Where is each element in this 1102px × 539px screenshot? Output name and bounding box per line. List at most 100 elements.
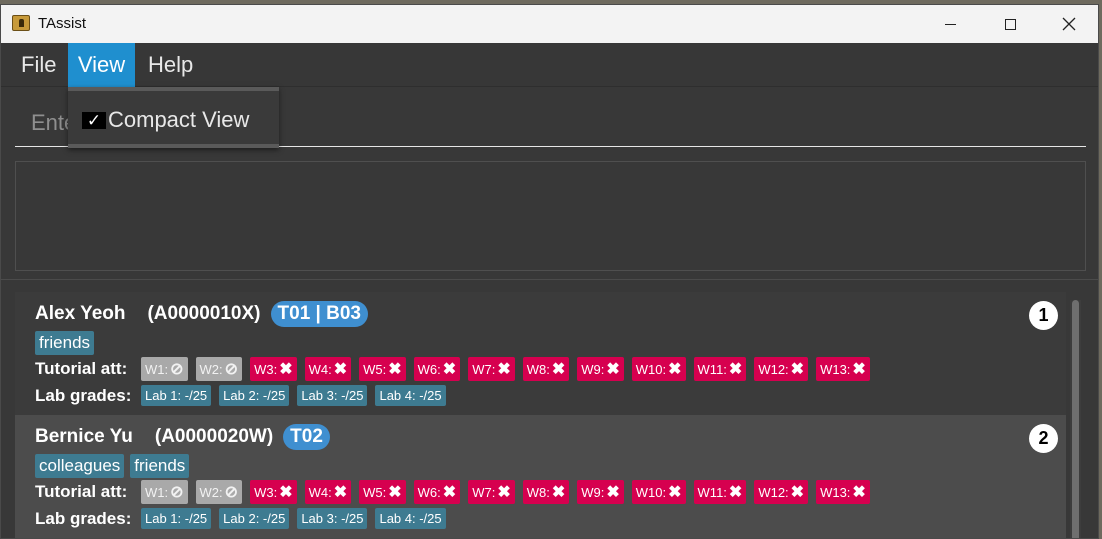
week-label: W11: <box>697 484 727 500</box>
cross-icon: ✖ <box>279 484 293 501</box>
cross-icon: ✖ <box>442 484 457 501</box>
attendance-chip: W7: ✖ <box>468 357 515 381</box>
cross-icon: ✖ <box>388 484 402 501</box>
menu-file[interactable]: File <box>11 43 66 87</box>
cross-icon: ✖ <box>442 361 457 378</box>
attendance-chip: W2: ⊘ <box>195 480 243 504</box>
attendance-chip: W10: ✖ <box>631 480 686 504</box>
week-label: W12: <box>758 484 789 500</box>
index-badge: 1 <box>1029 301 1058 330</box>
tag: friends <box>35 331 95 355</box>
week-label: W10: <box>635 484 667 500</box>
view-dropdown-menu: ✓ Compact View <box>68 87 279 148</box>
tutorial-label: Tutorial att: <box>35 482 128 501</box>
person-name: Alex Yeoh <box>35 303 126 324</box>
lab-grade-chip: Lab 2: -/25 <box>219 508 290 529</box>
cross-icon: ✖ <box>668 361 682 378</box>
scrollbar-thumb[interactable] <box>1072 300 1079 538</box>
tags-row: colleagues friends <box>35 454 190 478</box>
lab-label: Lab grades: <box>35 508 132 528</box>
attendance-chip: W3: ✖ <box>250 357 297 381</box>
week-label: W2: <box>199 484 223 500</box>
tags-row: friends <box>35 331 95 355</box>
lab-grades-row: Lab grades: Lab 1: -/25 Lab 2: -/25 Lab 3: … <box>35 508 454 529</box>
week-label: W13: <box>820 361 851 377</box>
week-label: W6: <box>417 361 441 377</box>
week-label: W8: <box>526 484 550 500</box>
cross-icon: ✖ <box>551 484 566 501</box>
close-button[interactable] <box>1040 5 1098 43</box>
week-label: W4: <box>308 484 332 500</box>
cross-icon: ✖ <box>852 484 866 501</box>
tag: colleagues <box>35 454 125 478</box>
week-label: W3: <box>254 361 278 377</box>
attendance-chip: W7: ✖ <box>468 480 515 504</box>
window-title: TAssist <box>38 15 87 32</box>
group-badge: T01 | B03 <box>270 301 368 327</box>
index-badge: 2 <box>1029 424 1058 453</box>
lab-grade-chip: Lab 1: -/25 <box>141 385 212 406</box>
attendance-chip: W1: ⊘ <box>141 480 188 504</box>
person-list[interactable]: Alex Yeoh (A0000010X) T01 | B03 1 friends Tut… <box>1 279 1098 538</box>
attendance-row: Tutorial att: W1: ⊘ W2: ⊘ W3: ✖ W4: ✖ W5: ✖ W6: ✖ W7:… <box>35 480 878 504</box>
lab-grade-chip: Lab 4: -/25 <box>375 508 446 529</box>
week-label: W9: <box>581 361 605 377</box>
week-label: W9: <box>581 484 605 500</box>
attendance-chip: W9: ✖ <box>577 357 624 381</box>
student-id: (A0000010X) <box>147 303 261 324</box>
cross-icon: ✖ <box>497 484 511 501</box>
attendance-chip: W6: ✖ <box>413 357 461 381</box>
group-badge: T02 <box>283 424 330 450</box>
menu-help[interactable]: Help <box>138 43 203 87</box>
person-name: Bernice Yu <box>35 426 133 447</box>
cross-icon: ✖ <box>668 484 682 501</box>
cross-icon: ✖ <box>790 361 805 378</box>
menu-item-compact-view[interactable]: ✓ Compact View <box>82 107 249 133</box>
menu-view[interactable]: View <box>68 43 135 87</box>
week-label: W11: <box>697 361 727 377</box>
attendance-chip: W13: ✖ <box>816 480 870 504</box>
cross-icon: ✖ <box>728 484 743 501</box>
attendance-chip: W13: ✖ <box>816 357 870 381</box>
cross-icon: ✖ <box>728 361 743 378</box>
compact-view-label: Compact View <box>108 107 250 132</box>
week-label: W4: <box>308 361 332 377</box>
attendance-chip: W5: ✖ <box>359 357 406 381</box>
attendance-chip: W10: ✖ <box>631 357 686 381</box>
cross-icon: ✖ <box>790 484 805 501</box>
attendance-chip: W5: ✖ <box>359 480 406 504</box>
lab-grade-chip: Lab 3: -/25 <box>297 508 368 529</box>
menu-bar: File View Help <box>1 43 1098 87</box>
week-label: W3: <box>254 484 278 500</box>
cross-icon: ✖ <box>606 484 620 501</box>
person-card[interactable]: Bernice Yu (A0000020W) T02 2 colleagues frien… <box>15 415 1066 538</box>
attendance-chip: W4: ✖ <box>304 480 352 504</box>
attendance-chip: W12: ✖ <box>754 357 809 381</box>
week-label: W8: <box>526 361 550 377</box>
minimize-button[interactable] <box>921 5 979 43</box>
week-label: W6: <box>417 484 441 500</box>
attendance-chip: W12: ✖ <box>754 480 809 504</box>
person-card[interactable]: Alex Yeoh (A0000010X) T01 | B03 1 friends Tut… <box>15 292 1066 415</box>
attendance-chip: W4: ✖ <box>304 357 352 381</box>
tutorial-label: Tutorial att: <box>35 359 128 378</box>
scrollbar[interactable] <box>1070 300 1081 538</box>
app-logo-icon <box>12 15 30 31</box>
week-label: W7: <box>472 361 496 377</box>
lab-grade-chip: Lab 1: -/25 <box>141 508 212 529</box>
attendance-chip: W1: ⊘ <box>141 357 188 381</box>
week-label: W1: <box>145 361 169 377</box>
lab-grade-chip: Lab 4: -/25 <box>375 385 446 406</box>
title-bar: TAssist <box>1 5 1098 43</box>
cross-icon: ✖ <box>279 361 293 378</box>
week-label: W7: <box>472 484 496 500</box>
week-label: W13: <box>820 484 851 500</box>
close-icon <box>1062 17 1076 31</box>
minimize-icon <box>944 23 956 25</box>
maximize-button[interactable] <box>981 5 1039 43</box>
attendance-chip: W9: ✖ <box>577 480 624 504</box>
maximize-icon <box>1004 18 1016 30</box>
attendance-chip: W11: ✖ <box>693 480 747 504</box>
cross-icon: ✖ <box>333 484 348 501</box>
tag: friends <box>130 454 190 478</box>
